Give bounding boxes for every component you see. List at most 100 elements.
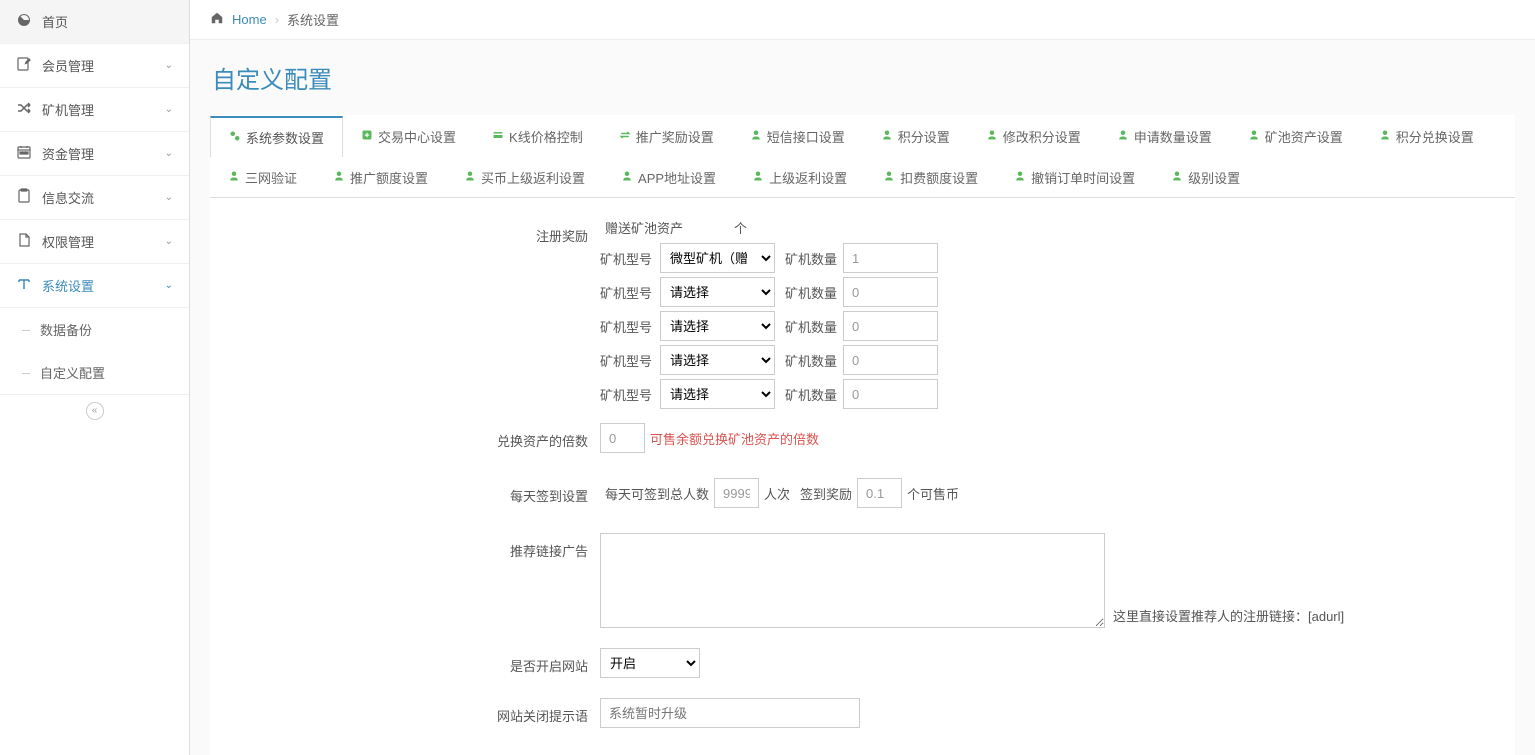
sidebar-item-members[interactable]: 会员管理 ⌄ — [0, 44, 189, 88]
select-miner-1[interactable]: 请选择 — [660, 277, 775, 307]
select-miner-4[interactable]: 请选择 — [660, 379, 775, 409]
input-miner-qty-4[interactable] — [843, 379, 938, 409]
tab-points-exchange[interactable]: 积分兑换设置 — [1361, 115, 1492, 156]
sidebar-label: 首页 — [42, 12, 173, 31]
input-checkin-reward[interactable] — [857, 478, 902, 508]
label-asset-multiple: 兑换资产的倍数 — [210, 423, 600, 450]
input-miner-qty-1[interactable] — [843, 277, 938, 307]
tab-cancel-time[interactable]: 撤销订单时间设置 — [996, 156, 1153, 197]
tab-pool-asset[interactable]: 矿池资产设置 — [1230, 115, 1361, 156]
tabs-row-1: 系统参数设置 交易中心设置 K线价格控制 — [210, 115, 1515, 198]
label-miner-model: 矿机型号 — [600, 385, 660, 404]
label-miner-qty: 矿机数量 — [775, 317, 843, 336]
tab-triple-verify[interactable]: 三网验证 — [210, 156, 315, 197]
tab-promo-quota[interactable]: 推广额度设置 — [315, 156, 446, 197]
sidebar-label: 权限管理 — [42, 232, 165, 251]
input-asset-multiple[interactable] — [600, 423, 645, 453]
tab-app-addr[interactable]: APP地址设置 — [603, 156, 734, 197]
sidebar-label: 会员管理 — [42, 56, 165, 75]
calendar-icon — [16, 144, 32, 163]
input-close-msg[interactable] — [600, 698, 860, 728]
input-checkin-total[interactable] — [714, 478, 759, 508]
user-icon — [1379, 129, 1391, 144]
sidebar-label: 资金管理 — [42, 144, 165, 163]
label-site-enabled: 是否开启网站 — [210, 648, 600, 675]
tab-points[interactable]: 积分设置 — [863, 115, 968, 156]
unit-people: 人次 — [759, 484, 795, 503]
main-content: Home › 系统设置 自定义配置 系统参数设置 交易中心设置 — [190, 0, 1535, 755]
input-miner-qty-3[interactable] — [843, 345, 938, 375]
tab-deduct-quota[interactable]: 扣费额度设置 — [865, 156, 996, 197]
tab-label: 矿池资产设置 — [1265, 127, 1343, 146]
tab-label: 积分兑换设置 — [1396, 127, 1474, 146]
tab-level[interactable]: 级别设置 — [1153, 156, 1258, 197]
sub-item-backup[interactable]: 数据备份 — [0, 308, 189, 351]
tab-modify-points[interactable]: 修改积分设置 — [968, 115, 1099, 156]
plus-icon — [361, 129, 373, 144]
breadcrumb: Home › 系统设置 — [190, 0, 1535, 40]
sidebar-item-miners[interactable]: 矿机管理 ⌄ — [0, 88, 189, 132]
sidebar-label: 矿机管理 — [42, 100, 165, 119]
user-icon — [1248, 129, 1260, 144]
clipboard-icon — [16, 188, 32, 207]
dashboard-icon — [16, 12, 32, 31]
input-miner-qty-2[interactable] — [843, 311, 938, 341]
tab-label: K线价格控制 — [509, 127, 583, 146]
select-miner-3[interactable]: 请选择 — [660, 345, 775, 375]
tab-label: 积分设置 — [898, 127, 950, 146]
textarea-referral-ad[interactable] — [600, 533, 1105, 628]
chevron-down-icon: ⌄ — [165, 280, 173, 291]
sidebar-item-home[interactable]: 首页 — [0, 0, 189, 44]
hint-asset-multiple: 可售余额兑换矿池资产的倍数 — [645, 429, 819, 448]
tab-apply-qty[interactable]: 申请数量设置 — [1099, 115, 1230, 156]
tab-label: 上级返利设置 — [769, 168, 847, 187]
breadcrumb-home-link[interactable]: Home — [232, 12, 267, 27]
tab-promo-reward[interactable]: 推广奖励设置 — [601, 115, 732, 156]
chevron-down-icon: ⌄ — [165, 236, 173, 247]
tab-label: 推广额度设置 — [350, 168, 428, 187]
breadcrumb-separator: › — [275, 12, 279, 27]
label-miner-model: 矿机型号 — [600, 283, 660, 302]
tab-upline-rebate[interactable]: 上级返利设置 — [734, 156, 865, 197]
text-gift-asset: 赠送矿池资产 — [600, 218, 688, 237]
sidebar-label: 信息交流 — [42, 188, 165, 207]
text-checkin-reward: 签到奖励 — [795, 484, 857, 503]
sidebar-item-funds[interactable]: 资金管理 ⌄ — [0, 132, 189, 176]
label-referral-ad: 推荐链接广告 — [210, 533, 600, 560]
sidebar-collapse-button[interactable]: « — [0, 394, 189, 426]
home-icon — [210, 11, 224, 28]
chevron-down-icon: ⌄ — [165, 104, 173, 115]
sub-item-custom[interactable]: 自定义配置 — [0, 351, 189, 394]
tab-label: 撤销订单时间设置 — [1031, 168, 1135, 187]
user-icon — [1014, 170, 1026, 185]
sidebar-item-permissions[interactable]: 权限管理 ⌄ — [0, 220, 189, 264]
tab-system-params[interactable]: 系统参数设置 — [210, 116, 343, 157]
user-icon — [881, 129, 893, 144]
sidebar-item-system[interactable]: 系统设置 ⌄ — [0, 264, 189, 308]
label-miner-qty: 矿机数量 — [775, 351, 843, 370]
sidebar-item-info[interactable]: 信息交流 ⌄ — [0, 176, 189, 220]
select-miner-0[interactable]: 微型矿机（赠 — [660, 243, 775, 273]
tab-sms[interactable]: 短信接口设置 — [732, 115, 863, 156]
card-icon — [492, 129, 504, 144]
tab-label: 修改积分设置 — [1003, 127, 1081, 146]
unit-text: 个 — [728, 218, 747, 237]
tab-kline[interactable]: K线价格控制 — [474, 115, 601, 156]
label-miner-qty: 矿机数量 — [775, 249, 843, 268]
sub-item-label: 自定义配置 — [40, 366, 105, 381]
input-miner-qty-0[interactable] — [843, 243, 938, 273]
tab-trade-center[interactable]: 交易中心设置 — [343, 115, 474, 156]
edit-icon — [16, 56, 32, 75]
chevron-down-icon: ⌄ — [165, 60, 173, 71]
select-site-enabled[interactable]: 开启 — [600, 648, 700, 678]
cogs-icon — [229, 130, 241, 145]
file-icon — [16, 232, 32, 251]
tab-buy-rebate[interactable]: 买币上级返利设置 — [446, 156, 603, 197]
chevron-down-icon: ⌄ — [165, 192, 173, 203]
select-miner-2[interactable]: 请选择 — [660, 311, 775, 341]
user-icon — [883, 170, 895, 185]
label-register-reward: 注册奖励 — [210, 218, 600, 245]
user-icon — [464, 170, 476, 185]
tab-label: 系统参数设置 — [246, 128, 324, 147]
tab-label: 买币上级返利设置 — [481, 168, 585, 187]
